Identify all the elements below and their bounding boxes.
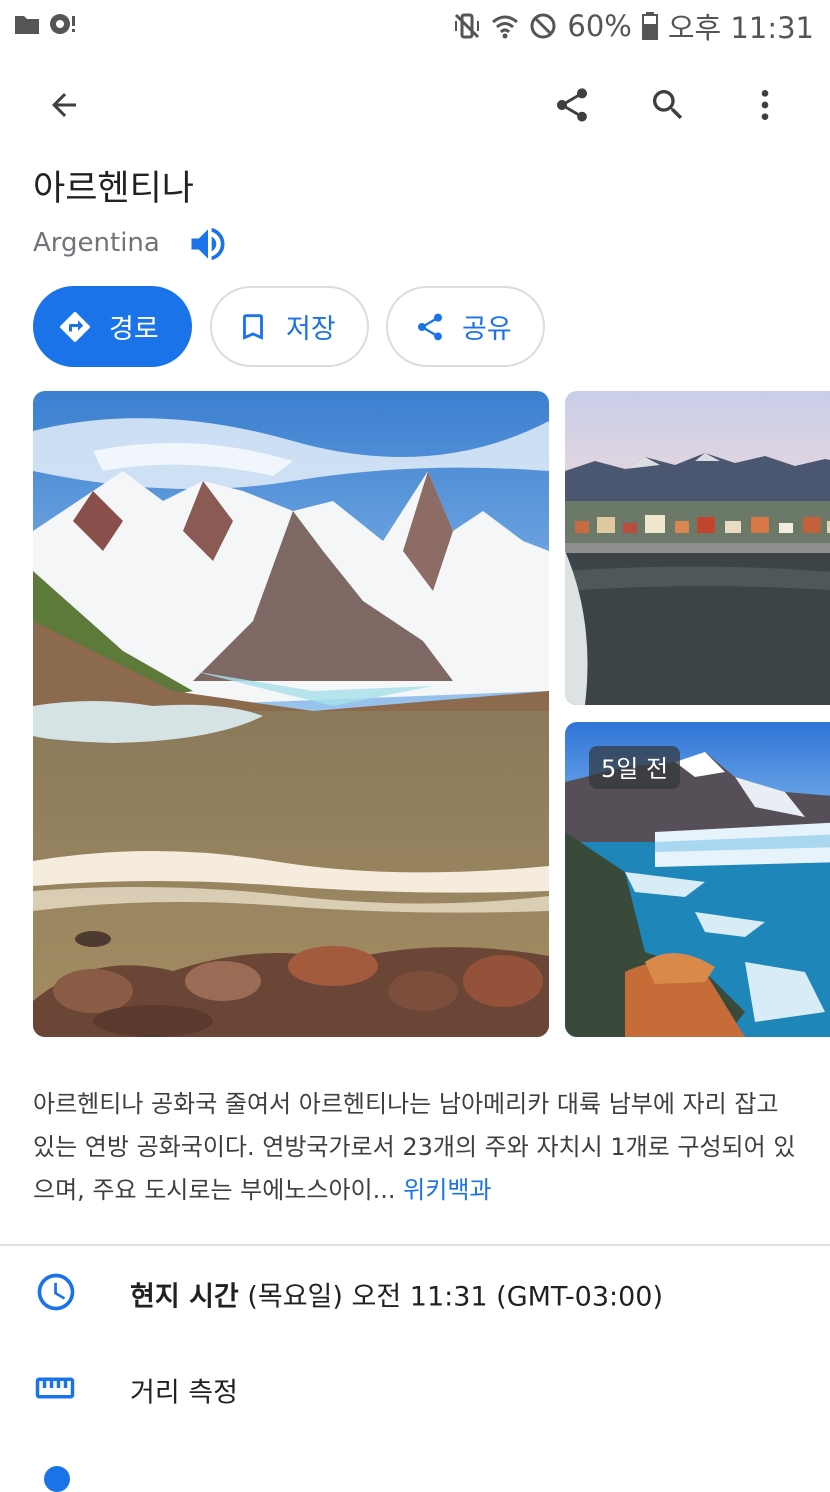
bookmark-icon (236, 310, 270, 344)
description: 아르헨티나 공화국 줄여서 아르헨티나는 남아메리카 대륙 남부에 자리 잡고 … (33, 1083, 803, 1212)
battery-icon (641, 12, 658, 40)
measure-distance-row[interactable]: 거리 측정 (0, 1345, 830, 1435)
share-small-icon (414, 311, 446, 343)
back-button[interactable] (34, 75, 94, 135)
share-icon (557, 88, 587, 122)
app-bar (0, 70, 830, 140)
photo-glacier[interactable]: 5일 전 (565, 722, 830, 1037)
search-icon (653, 90, 683, 120)
photo-main[interactable] (33, 391, 549, 1037)
mute-vibrate-icon (455, 13, 480, 39)
speaker-icon (191, 227, 225, 261)
measure-distance-label: 거리 측정 (130, 1377, 238, 1409)
status-right: 60% 오후 11:31 (453, 6, 814, 46)
directions-icon (57, 309, 93, 345)
more-options-button[interactable] (735, 75, 795, 135)
route-button[interactable]: 경로 (33, 286, 192, 367)
share-button[interactable]: 공유 (386, 286, 545, 367)
pronounce-button[interactable] (186, 222, 230, 270)
do-not-disturb-icon (530, 13, 556, 39)
save-label: 저장 (286, 314, 336, 345)
local-time-text: 현지 시간 (목요일) 오전 11:31 (GMT-03:00) (130, 1275, 663, 1314)
battery-percent: 60% (567, 9, 632, 43)
search-button[interactable] (638, 75, 698, 135)
section-divider (0, 1244, 830, 1246)
status-time: 오후 11:31 (667, 11, 814, 45)
clock-icon (34, 1270, 78, 1318)
save-button[interactable]: 저장 (210, 286, 369, 367)
route-label: 경로 (109, 314, 159, 345)
local-time-label: 현지 시간 (130, 1281, 239, 1313)
more-vert-icon (761, 90, 769, 120)
back-arrow-icon (52, 93, 76, 117)
wifi-icon (492, 15, 519, 39)
status-left (14, 12, 78, 36)
mountain-lake-image (33, 391, 549, 1037)
share-action-button[interactable] (542, 75, 602, 135)
folder-icon (15, 16, 39, 34)
local-time-value: (목요일) 오전 11:31 (GMT-03:00) (238, 1281, 664, 1313)
status-bar: 60% 오후 11:31 (0, 0, 830, 52)
wikipedia-link[interactable]: 위키백과 (403, 1176, 491, 1204)
record-icon (50, 14, 75, 34)
photo-harbor[interactable] (565, 391, 830, 705)
harbor-town-image (565, 391, 830, 705)
place-subtitle: Argentina (33, 228, 160, 258)
ruler-icon (34, 1367, 76, 1413)
local-time-row[interactable]: 현지 시간 (목요일) 오전 11:31 (GMT-03:00) (0, 1249, 830, 1339)
share-label: 공유 (462, 314, 512, 345)
partial-row-icon (44, 1466, 70, 1492)
place-title: 아르헨티나 (33, 169, 195, 209)
photo-age-badge: 5일 전 (589, 746, 681, 789)
